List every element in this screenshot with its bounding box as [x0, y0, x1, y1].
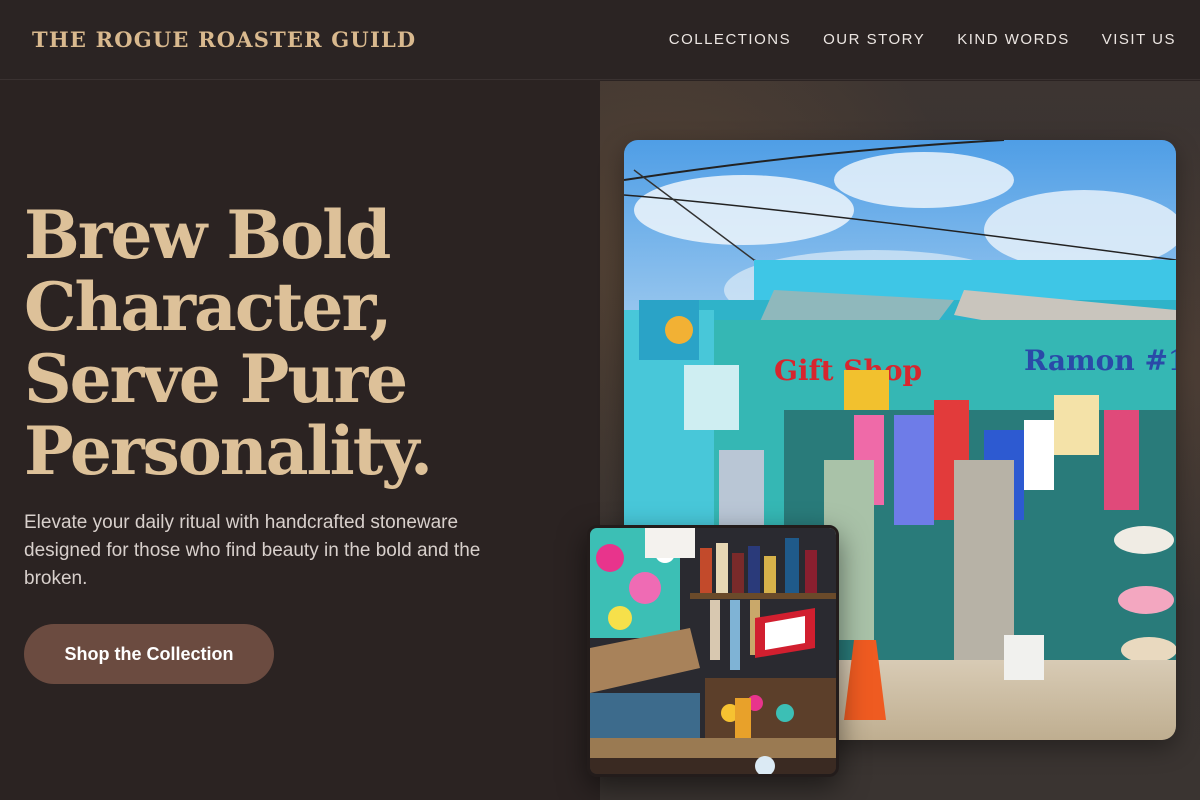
- market-stall-illustration: [590, 528, 836, 774]
- hero-title: Brew Bold Character, Serve Pure Personal…: [24, 199, 584, 487]
- hero-text-section: Brew Bold Character, Serve Pure Personal…: [0, 81, 600, 800]
- nav-link-visit-us[interactable]: VISIT US: [1102, 31, 1176, 48]
- market-stall-photo: [587, 525, 839, 777]
- hero-title-line: Brew Bold: [24, 196, 391, 274]
- shop-collection-button[interactable]: Shop the Collection: [24, 624, 274, 684]
- hero-subtitle: Elevate your daily ritual with handcraft…: [24, 512, 481, 589]
- nav-link-our-story[interactable]: OUR STORY: [823, 31, 925, 48]
- brand-logo[interactable]: THE ROGUE ROASTER GUILD: [32, 27, 416, 52]
- main-nav: COLLECTIONS OUR STORY KIND WORDS VISIT U…: [669, 31, 1176, 48]
- nav-link-kind-words[interactable]: KIND WORDS: [957, 31, 1070, 48]
- hero-title-line: Character,: [24, 268, 392, 346]
- site-header: THE ROGUE ROASTER GUILD COLLECTIONS OUR …: [0, 0, 1200, 80]
- hero-title-line: Serve Pure: [24, 340, 408, 418]
- shop-sign-text: Ramon #1: [1024, 344, 1176, 377]
- nav-link-collections[interactable]: COLLECTIONS: [669, 31, 791, 48]
- hero-title-line: Personality.: [24, 412, 433, 490]
